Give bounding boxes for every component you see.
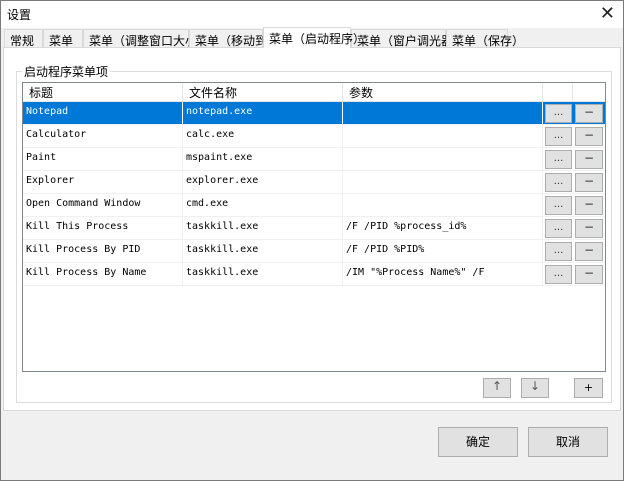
row-title: Open Command Window [23,194,183,216]
ok-button[interactable]: 确定 [438,427,518,457]
remove-item-button[interactable]: − [575,150,603,169]
row-args [343,194,543,216]
move-up-button[interactable]: ↑ [483,378,511,398]
edit-item-button[interactable]: ... [545,219,572,238]
header-args[interactable]: 参数 [343,83,543,101]
row-args [343,102,543,124]
tab-4[interactable]: 菜单（启动程序） [263,27,365,48]
row-title: Explorer [23,171,183,193]
tab-panel: 启动程序菜单项 标题 文件名称 参数 Notepad notepad.exe...… [3,47,621,411]
row-title: Calculator [23,125,183,147]
edit-item-button[interactable]: ... [545,242,572,261]
settings-window: 设置 ✕ 常规 菜单 菜单（调整窗口大小） 菜单（移动到） 菜单（启动程序） 菜单（窗户调… [0,0,624,481]
table-row[interactable]: Kill Process By PID taskkill.exe/F /PID %… [23,240,605,263]
row-args [343,125,543,147]
header-filename[interactable]: 文件名称 [183,83,343,101]
row-args: /F /PID %PID% [343,240,543,262]
row-filename: mspaint.exe [183,148,343,170]
row-args [343,171,543,193]
row-filename: notepad.exe [183,102,343,124]
plus-icon: + [583,381,594,394]
table-row[interactable]: Paint mspaint.exe... − [23,148,605,171]
tab-3[interactable]: 菜单（移动到） [189,29,279,48]
tab-2[interactable]: 菜单（调整窗口大小） [83,29,209,48]
row-title: Kill Process By Name [23,263,183,285]
header-remove [573,83,605,101]
remove-item-button[interactable]: − [575,265,603,284]
row-filename: explorer.exe [183,171,343,193]
table-row[interactable]: Notepad notepad.exe... − [23,102,605,125]
table-row[interactable]: Kill Process By Name taskkill.exe/IM "%Pr… [23,263,605,286]
edit-item-button[interactable]: ... [545,265,572,284]
table-header: 标题 文件名称 参数 [23,83,605,102]
menu-items-list[interactable]: 标题 文件名称 参数 Notepad notepad.exe... − Calcula… [22,82,606,372]
row-filename: calc.exe [183,125,343,147]
header-edit [543,83,573,101]
row-title: Kill This Process [23,217,183,239]
table-row[interactable]: Open Command Window cmd.exe... − [23,194,605,217]
row-title: Notepad [23,102,183,124]
move-down-button[interactable]: ↓ [521,378,549,398]
row-title: Paint [23,148,183,170]
remove-item-button[interactable]: − [575,196,603,215]
header-title[interactable]: 标题 [23,83,183,101]
row-filename: taskkill.exe [183,240,343,262]
row-args: /IM "%Process Name%" /F [343,263,543,285]
remove-item-button[interactable]: − [575,219,603,238]
row-title: Kill Process By PID [23,240,183,262]
remove-item-button[interactable]: − [575,173,603,192]
window-title: 设置 [7,8,32,22]
remove-item-button[interactable]: − [575,127,603,146]
launch-menu-group: 启动程序菜单项 标题 文件名称 参数 Notepad notepad.exe...… [16,63,612,403]
row-args [343,148,543,170]
edit-item-button[interactable]: ... [545,127,572,146]
edit-item-button[interactable]: ... [545,150,572,169]
tab-5[interactable]: 菜单（窗户调光器） [351,29,465,48]
table-row[interactable]: Explorer explorer.exe... − [23,171,605,194]
tab-0[interactable]: 常规 [4,29,43,48]
table-row[interactable]: Kill This Process taskkill.exe/F /PID %pr… [23,217,605,240]
cancel-button[interactable]: 取消 [528,427,608,457]
arrow-up-icon: ↑ [491,379,503,393]
remove-item-button[interactable]: − [575,242,603,261]
edit-item-button[interactable]: ... [545,173,572,192]
add-item-button[interactable]: + [574,378,603,398]
tab-6[interactable]: 菜单（保存） [446,29,524,48]
row-filename: cmd.exe [183,194,343,216]
edit-item-button[interactable]: ... [545,196,572,215]
close-icon[interactable]: ✕ [600,3,615,24]
edit-item-button[interactable]: ... [545,104,572,123]
remove-item-button[interactable]: − [575,104,603,123]
group-label: 启动程序菜单项 [22,63,111,80]
row-filename: taskkill.exe [183,263,343,285]
arrow-down-icon: ↓ [529,379,541,393]
table-row[interactable]: Calculator calc.exe... − [23,125,605,148]
row-args: /F /PID %process_id% [343,217,543,239]
title-bar: 设置 ✕ [1,1,623,28]
tab-1[interactable]: 菜单 [43,29,83,48]
row-filename: taskkill.exe [183,217,343,239]
